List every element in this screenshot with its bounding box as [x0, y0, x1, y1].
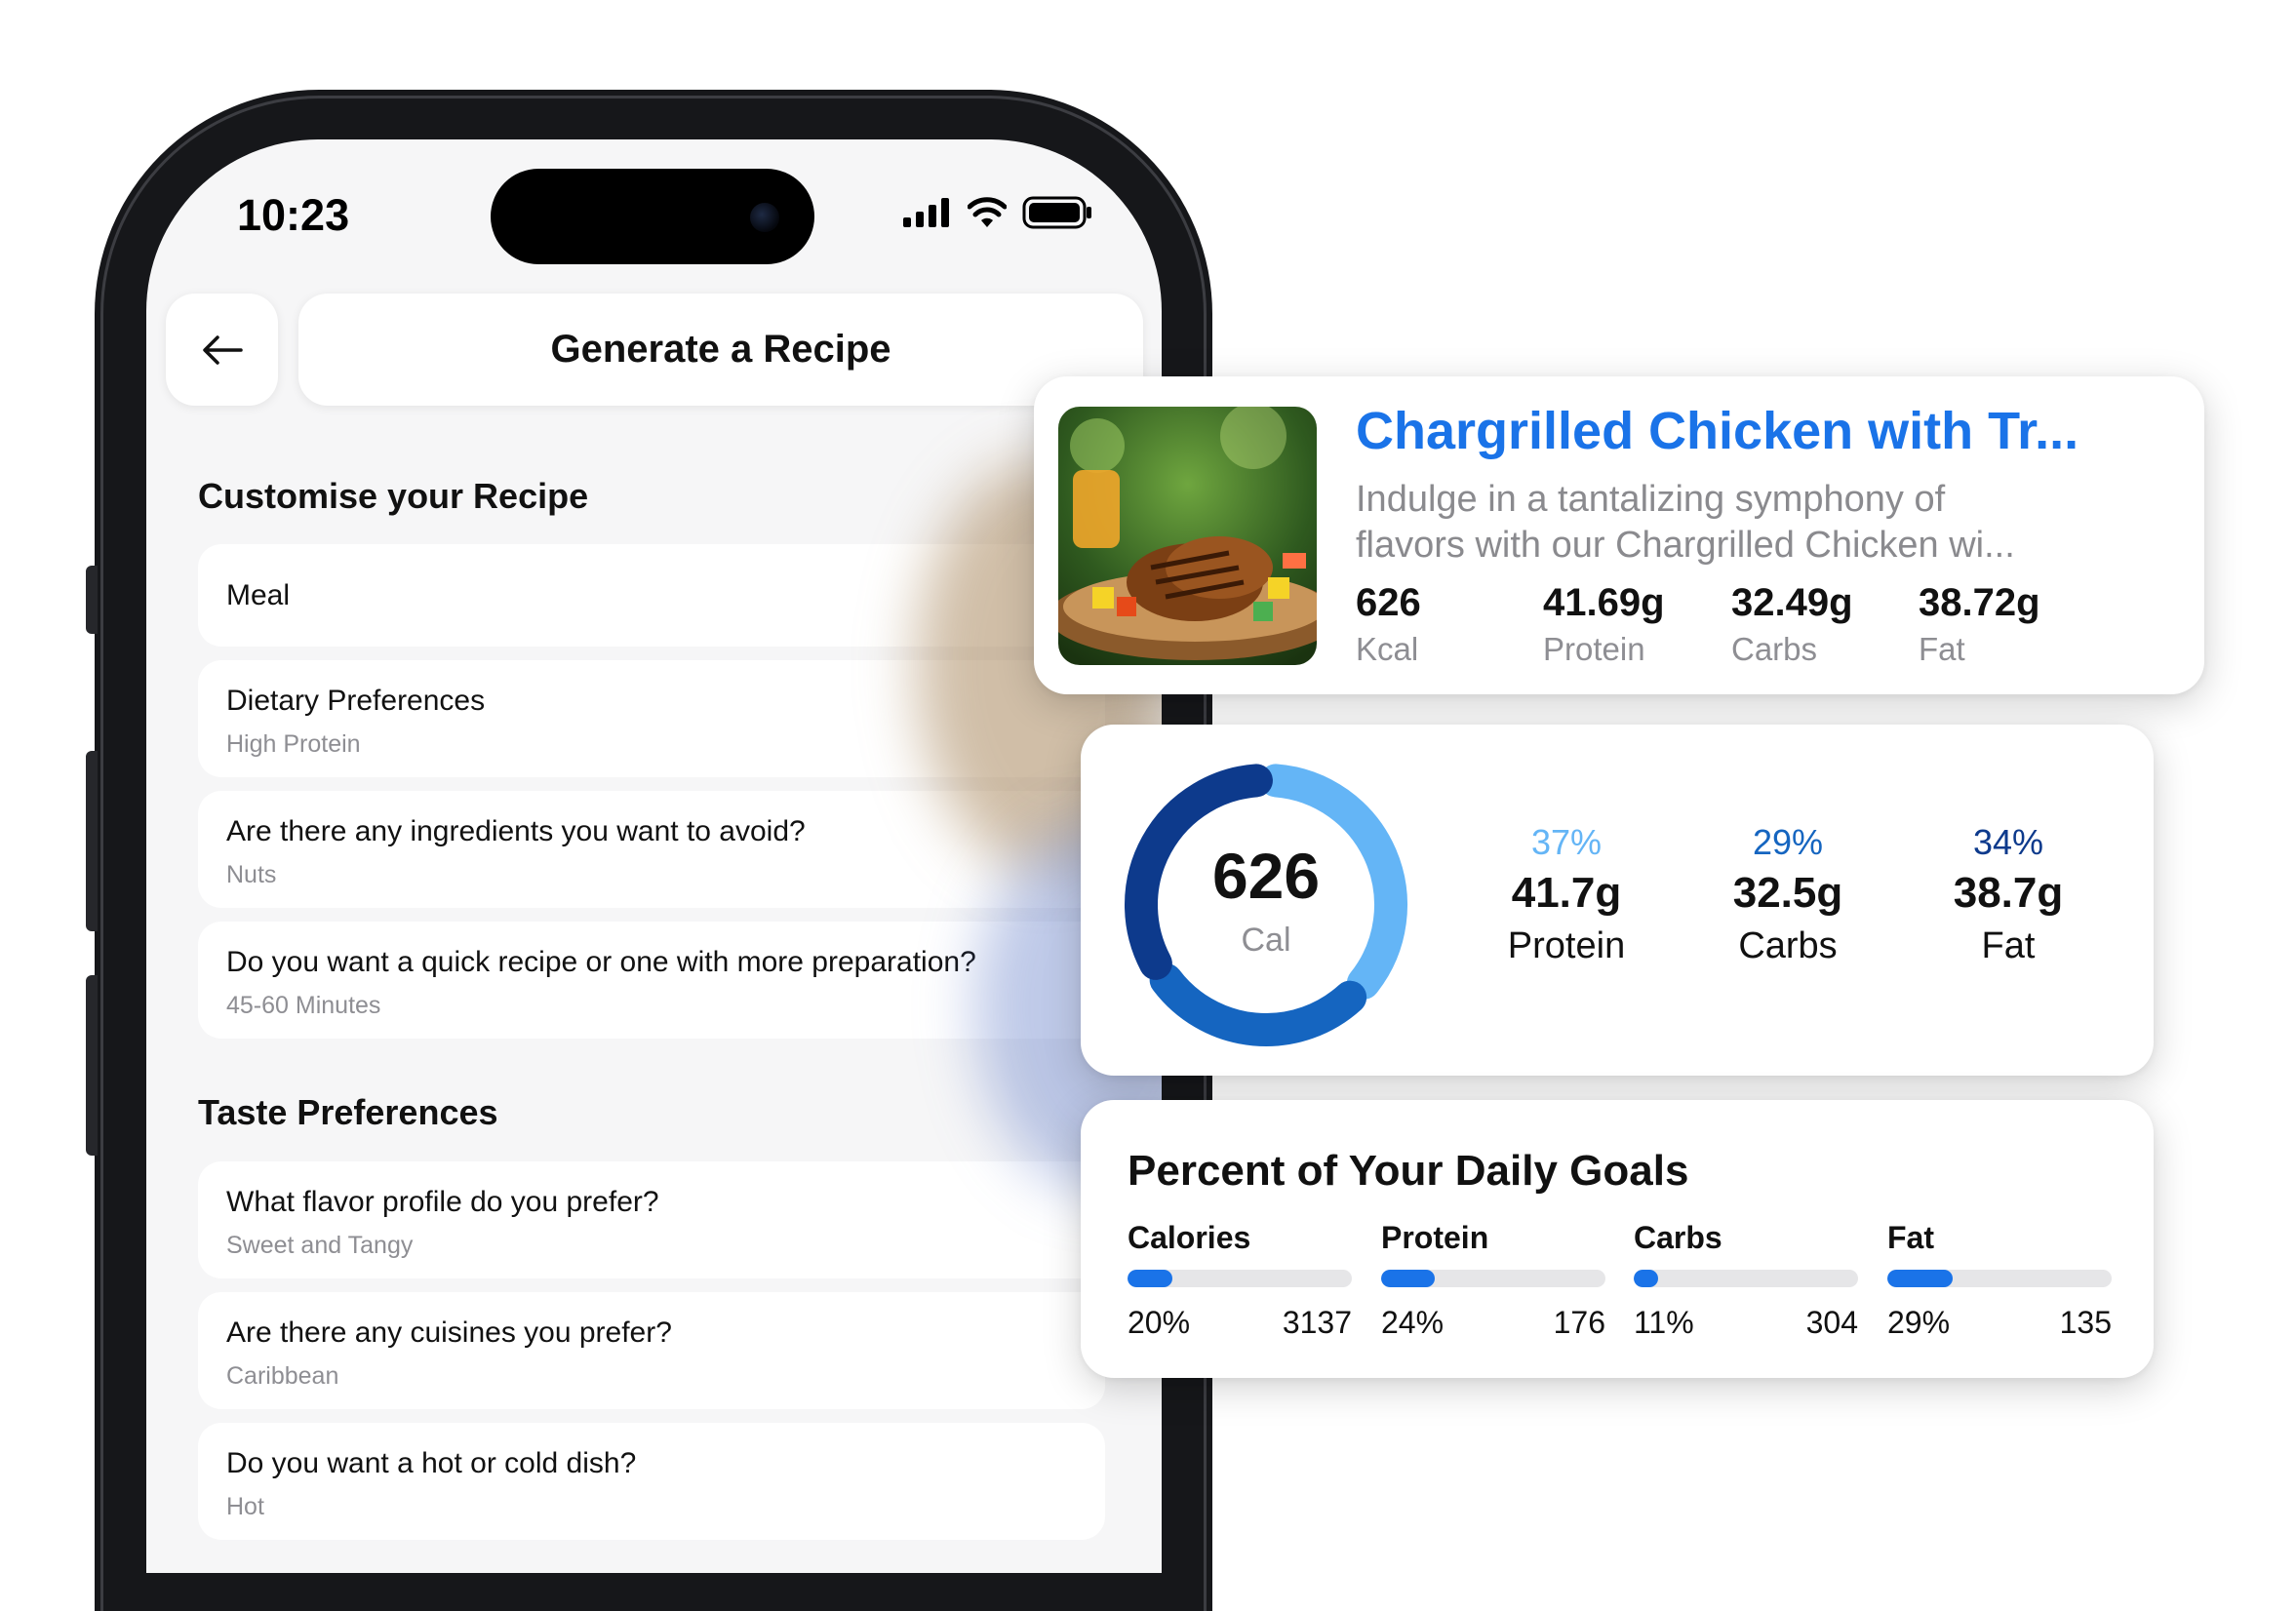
goal-fat: Fat 29% 135 — [1887, 1220, 2112, 1341]
field-label: Do you want a hot or cold dish? — [226, 1447, 637, 1479]
goal-progress-bar — [1887, 1270, 2112, 1287]
wifi-icon — [968, 197, 1007, 227]
split-name: Carbs — [1738, 925, 1838, 966]
macro-protein: 41.69g Protein — [1543, 581, 1665, 667]
battery-icon — [1022, 196, 1091, 229]
split-grams: 38.7g — [1953, 869, 2064, 917]
goal-name: Calories — [1128, 1220, 1251, 1255]
cuisine-field[interactable]: Are there any cuisines you prefer? Carib… — [198, 1292, 1105, 1409]
dynamic-island — [491, 169, 814, 264]
goal-carbs: Carbs 11% 304 — [1634, 1220, 1858, 1341]
goal-target: 176 — [1553, 1305, 1605, 1340]
field-label: Dietary Preferences — [226, 685, 486, 717]
goal-percent: 20% — [1128, 1305, 1191, 1340]
recipe-title[interactable]: Chargrilled Chicken with Tr... — [1356, 401, 2078, 461]
goal-target: 3137 — [1282, 1305, 1352, 1340]
hot-cold-field[interactable]: Do you want a hot or cold dish? Hot — [198, 1423, 1105, 1540]
volume-up-button — [86, 751, 98, 931]
page-title: Generate a Recipe — [298, 294, 1143, 406]
goal-protein: Protein 24% 176 — [1381, 1220, 1605, 1341]
status-icons — [903, 196, 1092, 229]
goal-progress-fill — [1381, 1270, 1436, 1287]
preparation-time-field[interactable]: Do you want a quick recipe or one with m… — [198, 922, 1105, 1039]
daily-goals-card: Percent of Your Daily Goals Calories 20%… — [1081, 1100, 2154, 1378]
field-label: Meal — [226, 579, 291, 611]
field-value: 45-60 Minutes — [226, 992, 381, 1019]
goal-target: 135 — [2059, 1305, 2112, 1340]
recipe-card[interactable]: Chargrilled Chicken with Tr... Indulge i… — [1034, 376, 2204, 694]
calorie-donut-chart: 626 Cal — [1110, 749, 1422, 1061]
macro-carbs: 32.49g Carbs — [1731, 581, 1853, 667]
protein-split: 37% 41.7g Protein — [1484, 822, 1649, 967]
volume-down-button — [86, 975, 98, 1156]
split-name: Fat — [1981, 925, 2036, 966]
carbs-split: 29% 32.5g Carbs — [1705, 822, 1871, 967]
status-time: 10:23 — [237, 190, 350, 240]
goal-progress-bar — [1128, 1270, 1352, 1287]
goal-progress-fill — [1128, 1270, 1172, 1287]
phone-screen: 10:23 Generate a Recipe Customise your R… — [146, 139, 1162, 1573]
field-value: Caribbean — [226, 1362, 339, 1390]
macro-calories: 626 Kcal — [1356, 581, 1421, 667]
goal-percent: 11% — [1634, 1305, 1694, 1340]
back-button[interactable] — [166, 294, 278, 406]
goal-calories: Calories 20% 3137 — [1128, 1220, 1352, 1341]
donut-calories-value: 626 — [1211, 839, 1321, 912]
split-grams: 41.7g — [1511, 869, 1622, 917]
split-percent: 37% — [1530, 822, 1603, 862]
goal-target: 304 — [1805, 1305, 1858, 1340]
split-name: Protein — [1507, 925, 1626, 966]
field-value: Nuts — [226, 861, 277, 888]
field-label: Are there any cuisines you prefer? — [226, 1316, 672, 1349]
goal-progress-bar — [1381, 1270, 1605, 1287]
field-label: Do you want a quick recipe or one with m… — [226, 946, 976, 978]
goal-progress-fill — [1634, 1270, 1659, 1287]
description-line: flavors with our Chargrilled Chicken wi.… — [1356, 525, 2015, 566]
cellular-signal-icon — [903, 198, 949, 227]
description-line: Indulge in a tantalizing symphony of — [1356, 479, 1946, 520]
field-label: What flavor profile do you prefer? — [226, 1186, 659, 1218]
mute-switch — [86, 566, 98, 634]
customise-section-title: Customise your Recipe — [198, 476, 589, 516]
goal-name: Fat — [1887, 1220, 1934, 1255]
split-percent: 29% — [1752, 822, 1824, 862]
taste-section-title: Taste Preferences — [198, 1092, 498, 1132]
daily-goals-title: Percent of Your Daily Goals — [1128, 1147, 1689, 1195]
field-value: Hot — [226, 1493, 264, 1520]
field-label: Are there any ingredients you want to av… — [226, 815, 806, 847]
goal-progress-fill — [1887, 1270, 1953, 1287]
split-percent: 34% — [1972, 822, 2044, 862]
field-value: Sweet and Tangy — [226, 1232, 414, 1259]
split-grams: 32.5g — [1732, 869, 1843, 917]
goal-percent: 24% — [1381, 1305, 1445, 1340]
field-value: High Protein — [226, 730, 361, 758]
recipe-image — [1058, 407, 1317, 665]
nutrition-breakdown-card: 626 Cal 37% 41.7g Protein 29% 32.5g Carb… — [1081, 725, 2154, 1076]
recipe-description: Indulge in a tantalizing symphony of fla… — [1356, 477, 2097, 569]
arrow-left-icon — [202, 334, 243, 365]
goal-name: Carbs — [1634, 1220, 1722, 1255]
goal-progress-bar — [1634, 1270, 1858, 1287]
macro-fat: 38.72g Fat — [1919, 581, 2040, 667]
flavor-profile-field[interactable]: What flavor profile do you prefer? Sweet… — [198, 1161, 1105, 1278]
fat-split: 34% 38.7g Fat — [1925, 822, 2091, 967]
donut-calories-unit: Cal — [1241, 921, 1291, 959]
goal-percent: 29% — [1887, 1305, 1951, 1340]
goal-name: Protein — [1381, 1220, 1489, 1255]
